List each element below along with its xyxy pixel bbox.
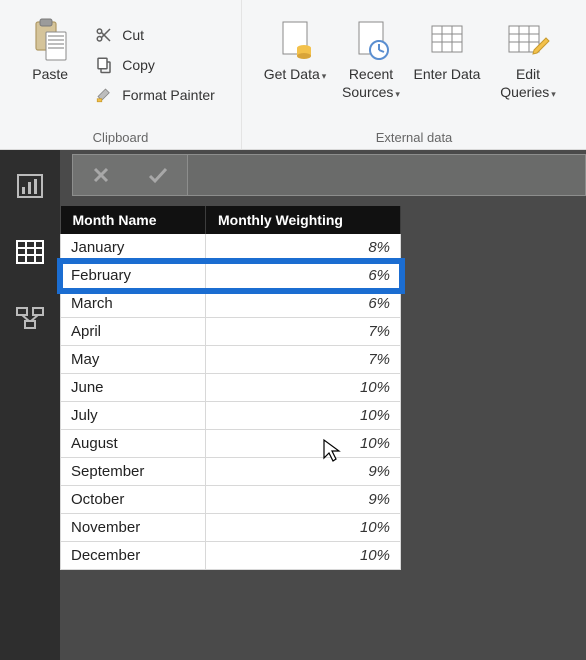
cell-month[interactable]: May xyxy=(61,346,206,374)
data-table: Month Name Monthly Weighting January8%Fe… xyxy=(60,206,401,570)
cut-button[interactable]: Cut xyxy=(88,23,221,47)
cell-month[interactable]: September xyxy=(61,458,206,486)
copy-button[interactable]: Copy xyxy=(88,53,221,77)
view-tabs xyxy=(0,150,60,660)
enter-data-label: Enter Data xyxy=(414,66,481,84)
work-area: Month Name Monthly Weighting January8%Fe… xyxy=(0,150,586,660)
get-data-button[interactable]: Get Data▾ xyxy=(261,10,329,120)
cell-month[interactable]: August xyxy=(61,430,206,458)
paste-label: Paste xyxy=(32,66,68,84)
cell-weight[interactable]: 7% xyxy=(206,318,401,346)
table-row[interactable]: April7% xyxy=(61,318,401,346)
chevron-down-icon: ▾ xyxy=(322,71,327,81)
cell-weight[interactable]: 10% xyxy=(206,402,401,430)
cell-month[interactable]: March xyxy=(61,290,206,318)
formula-cancel-button[interactable] xyxy=(90,164,112,186)
get-data-label: Get Data xyxy=(264,66,320,82)
cell-month[interactable]: April xyxy=(61,318,206,346)
clipboard-group-label: Clipboard xyxy=(93,126,149,147)
cell-month[interactable]: October xyxy=(61,486,206,514)
tab-report[interactable] xyxy=(12,168,48,204)
edit-queries-icon xyxy=(506,14,550,66)
paste-icon xyxy=(30,14,70,66)
table-row[interactable]: September9% xyxy=(61,458,401,486)
table-row[interactable]: February6% xyxy=(61,262,401,290)
tab-model[interactable] xyxy=(12,300,48,336)
cell-weight[interactable]: 6% xyxy=(206,290,401,318)
table-row[interactable]: March6% xyxy=(61,290,401,318)
close-icon xyxy=(90,164,112,186)
table-row[interactable]: October9% xyxy=(61,486,401,514)
table-row[interactable]: November10% xyxy=(61,514,401,542)
cut-label: Cut xyxy=(122,27,144,43)
paste-button[interactable]: Paste xyxy=(20,10,80,120)
recent-sources-icon xyxy=(351,14,391,66)
table-row[interactable]: January8% xyxy=(61,234,401,262)
ribbon-group-clipboard: Paste Cut Copy xyxy=(0,0,242,149)
cell-month[interactable]: January xyxy=(61,234,206,262)
cell-month[interactable]: December xyxy=(61,542,206,570)
table-row[interactable]: August10% xyxy=(61,430,401,458)
get-data-icon xyxy=(275,14,315,66)
bar-chart-icon xyxy=(16,173,44,199)
cell-weight[interactable]: 10% xyxy=(206,542,401,570)
tab-data[interactable] xyxy=(12,234,48,270)
external-data-group-label: External data xyxy=(376,126,453,147)
table-row[interactable]: May7% xyxy=(61,346,401,374)
table-icon xyxy=(16,240,44,264)
ribbon: Paste Cut Copy xyxy=(0,0,586,150)
cell-month[interactable]: February xyxy=(61,262,206,290)
recent-sources-button[interactable]: Recent Sources▾ xyxy=(337,10,405,120)
ribbon-group-external-data: Get Data▾ Recent Sources▾ Enter Data Edi… xyxy=(242,0,586,149)
scissors-icon xyxy=(94,25,114,45)
edit-queries-button[interactable]: Edit Queries▾ xyxy=(489,10,567,120)
cell-weight[interactable]: 9% xyxy=(206,458,401,486)
cell-month[interactable]: November xyxy=(61,514,206,542)
formula-bar xyxy=(60,150,586,200)
cell-weight[interactable]: 6% xyxy=(206,262,401,290)
formula-input[interactable] xyxy=(188,154,586,196)
edit-queries-label: Edit Queries xyxy=(500,66,549,100)
cell-weight[interactable]: 10% xyxy=(206,514,401,542)
copy-label: Copy xyxy=(122,57,155,73)
check-icon xyxy=(146,164,170,186)
cell-weight[interactable]: 7% xyxy=(206,346,401,374)
enter-data-button[interactable]: Enter Data xyxy=(413,10,481,120)
cell-weight[interactable]: 9% xyxy=(206,486,401,514)
copy-icon xyxy=(94,55,114,75)
cell-month[interactable]: July xyxy=(61,402,206,430)
column-header-weight[interactable]: Monthly Weighting xyxy=(206,206,401,234)
cell-weight[interactable]: 10% xyxy=(206,374,401,402)
column-header-month[interactable]: Month Name xyxy=(61,206,206,234)
chevron-down-icon: ▾ xyxy=(551,89,556,99)
format-painter-button[interactable]: Format Painter xyxy=(88,83,221,107)
enter-data-icon xyxy=(427,14,467,66)
recent-sources-label: Recent Sources xyxy=(342,66,393,100)
cell-month[interactable]: June xyxy=(61,374,206,402)
paintbrush-icon xyxy=(94,85,114,105)
chevron-down-icon: ▾ xyxy=(395,89,400,99)
table-row[interactable]: December10% xyxy=(61,542,401,570)
canvas: Month Name Monthly Weighting January8%Fe… xyxy=(60,150,586,660)
table-row[interactable]: July10% xyxy=(61,402,401,430)
format-painter-label: Format Painter xyxy=(122,87,215,103)
cell-weight[interactable]: 8% xyxy=(206,234,401,262)
table-row[interactable]: June10% xyxy=(61,374,401,402)
cell-weight[interactable]: 10% xyxy=(206,430,401,458)
formula-commit-button[interactable] xyxy=(146,164,170,186)
model-icon xyxy=(15,306,45,330)
